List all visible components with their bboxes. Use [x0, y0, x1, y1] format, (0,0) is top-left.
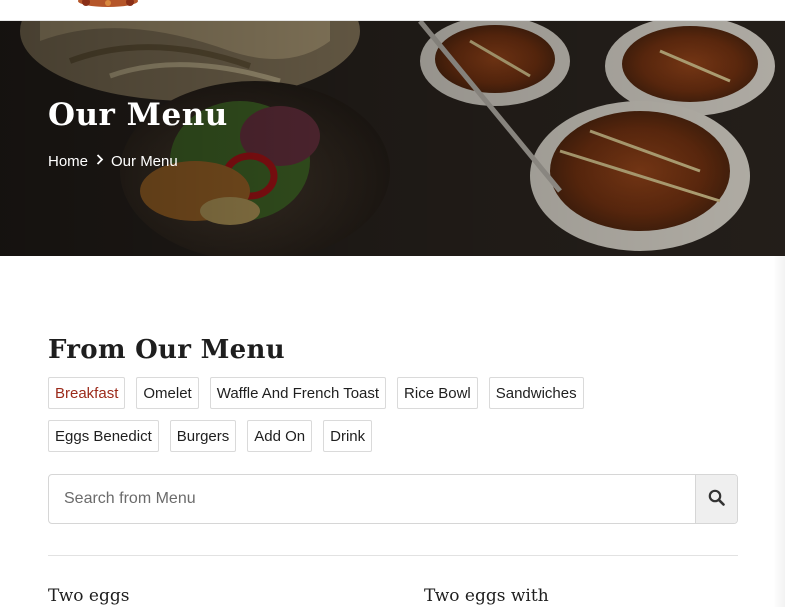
breadcrumb-home-link[interactable]: Home — [48, 153, 88, 170]
page-edge-shadow — [773, 256, 785, 607]
site-header — [0, 0, 785, 21]
breadcrumb-current: Our Menu — [111, 153, 178, 170]
category-drink[interactable]: Drink — [323, 420, 373, 452]
category-row-2: Eggs Benedict Burgers Add On Drink — [48, 420, 748, 452]
menu-item-title: Two eggs — [48, 586, 130, 606]
category-burgers[interactable]: Burgers — [169, 420, 237, 452]
category-filters: Breakfast Omelet Waffle And French Toast… — [48, 377, 748, 463]
menu-item-title: Two eggs with — [424, 586, 549, 606]
chevron-right-icon — [96, 153, 104, 168]
category-row-1: Breakfast Omelet Waffle And French Toast… — [48, 377, 748, 409]
divider — [48, 555, 738, 556]
hero-banner: Our Menu Home Our Menu — [0, 21, 785, 256]
search-input[interactable] — [49, 475, 695, 523]
category-omelet[interactable]: Omelet — [136, 377, 199, 409]
breadcrumb: Home Our Menu — [48, 153, 178, 170]
category-add-on[interactable]: Add On — [247, 420, 313, 452]
page-title: Our Menu — [48, 97, 228, 133]
search-button[interactable] — [695, 475, 737, 523]
category-eggs-benedict[interactable]: Eggs Benedict — [48, 420, 159, 452]
category-sandwiches[interactable]: Sandwiches — [488, 377, 584, 409]
restaurant-logo[interactable] — [72, 0, 144, 8]
section-title: From Our Menu — [48, 335, 285, 365]
menu-search — [48, 474, 738, 524]
hero-food-image — [0, 21, 785, 256]
search-icon — [708, 489, 725, 509]
category-breakfast[interactable]: Breakfast — [48, 377, 126, 409]
category-waffle-and-french-toast[interactable]: Waffle And French Toast — [209, 377, 387, 409]
category-rice-bowl[interactable]: Rice Bowl — [397, 377, 478, 409]
